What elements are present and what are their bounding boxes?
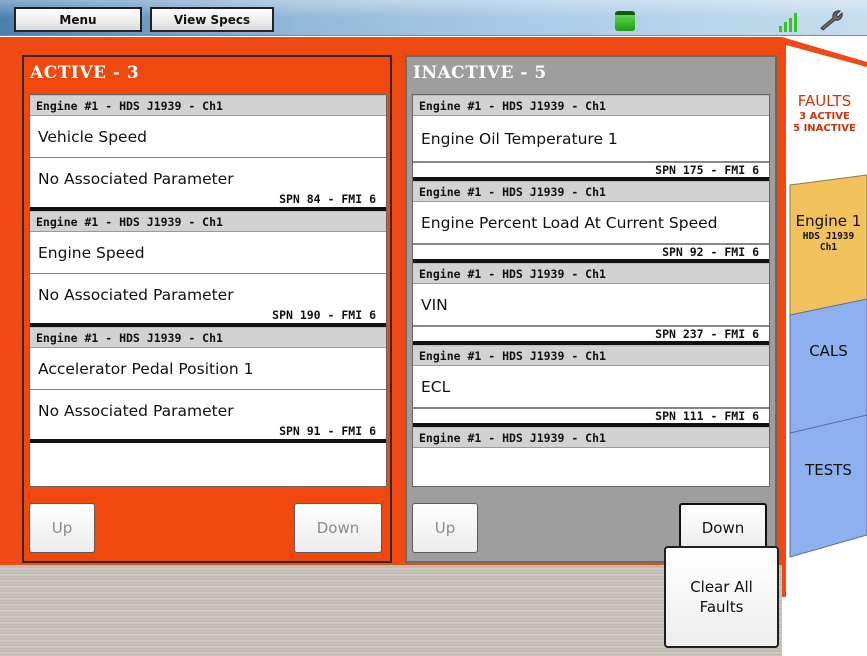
list-item[interactable]: Engine #1 - HDS J1939 - Ch1: [413, 427, 769, 448]
fault-name: VIN: [413, 284, 769, 326]
tab-tests-title: TESTS: [805, 461, 852, 479]
fault-parameter: No Associated Parameter: [38, 286, 234, 304]
list-item[interactable]: Engine #1 - HDS J1939 - Ch1 VIN SPN 237 …: [413, 263, 769, 345]
list-item[interactable]: Engine #1 - HDS J1939 - Ch1 Engine Speed…: [30, 211, 386, 327]
inactive-panel-title: INACTIVE - 5: [413, 63, 547, 83]
active-panel-title: ACTIVE - 3: [30, 63, 140, 83]
inactive-faults-list[interactable]: Engine #1 - HDS J1939 - Ch1 Engine Oil T…: [412, 94, 770, 487]
list-item[interactable]: Engine #1 - HDS J1939 - Ch1 ECL SPN 111 …: [413, 345, 769, 427]
tab-engine[interactable]: Engine 1 HDS J1939 Ch1: [790, 212, 867, 292]
active-faults-list[interactable]: Engine #1 - HDS J1939 - Ch1 Vehicle Spee…: [29, 94, 387, 487]
fault-code: SPN 84 - FMI 6: [30, 192, 386, 211]
tab-tests[interactable]: TESTS: [790, 461, 867, 491]
menu-button[interactable]: Menu: [14, 7, 142, 32]
tab-cals-title: CALS: [809, 342, 848, 360]
fault-source: Engine #1 - HDS J1939 - Ch1: [413, 181, 769, 202]
view-specs-button[interactable]: View Specs: [150, 7, 274, 32]
fault-parameter: No Associated Parameter: [38, 170, 234, 188]
active-down-button[interactable]: Down: [294, 503, 382, 553]
fault-name: Accelerator Pedal Position 1: [30, 348, 386, 390]
fault-code: SPN 175 - FMI 6: [413, 162, 769, 181]
fault-source: Engine #1 - HDS J1939 - Ch1: [30, 95, 386, 116]
active-up-button[interactable]: Up: [29, 503, 95, 553]
active-faults-panel: ACTIVE - 3 Engine #1 - HDS J1939 - Ch1 V…: [22, 55, 392, 563]
fault-source: Engine #1 - HDS J1939 - Ch1: [30, 211, 386, 232]
fault-source: Engine #1 - HDS J1939 - Ch1: [413, 345, 769, 366]
fault-source: Engine #1 - HDS J1939 - Ch1: [413, 95, 769, 116]
connection-status-icon: [615, 11, 635, 31]
tab-faults[interactable]: FAULTS 3 ACTIVE 5 INACTIVE: [782, 92, 867, 172]
fault-source: Engine #1 - HDS J1939 - Ch1: [413, 427, 769, 448]
fault-name: Engine Oil Temperature 1: [413, 116, 769, 162]
list-item[interactable]: Engine #1 - HDS J1939 - Ch1 Accelerator …: [30, 327, 386, 443]
fault-code: SPN 237 - FMI 6: [413, 326, 769, 345]
top-toolbar: Menu View Specs: [0, 0, 867, 36]
inactive-up-button[interactable]: Up: [412, 503, 478, 553]
tab-engine-channel: Ch1: [819, 242, 838, 253]
fault-code: SPN 92 - FMI 6: [413, 244, 769, 263]
tab-faults-inactive-count: 5 INACTIVE: [793, 123, 856, 134]
list-item[interactable]: Engine #1 - HDS J1939 - Ch1 Engine Perce…: [413, 181, 769, 263]
list-item[interactable]: Engine #1 - HDS J1939 - Ch1 Vehicle Spee…: [30, 95, 386, 211]
fault-name: Engine Speed: [30, 232, 386, 274]
tab-cals[interactable]: CALS: [790, 342, 867, 372]
fault-code: SPN 91 - FMI 6: [30, 424, 386, 443]
tab-faults-title: FAULTS: [797, 92, 852, 110]
fault-source: Engine #1 - HDS J1939 - Ch1: [30, 327, 386, 348]
tab-engine-protocol: HDS J1939: [802, 231, 855, 242]
fault-code: SPN 190 - FMI 6: [30, 308, 386, 327]
clear-all-faults-button[interactable]: Clear All Faults: [664, 546, 779, 648]
fault-code: SPN 111 - FMI 6: [413, 408, 769, 427]
wrench-icon[interactable]: [818, 8, 844, 32]
list-item[interactable]: Engine #1 - HDS J1939 - Ch1 Engine Oil T…: [413, 95, 769, 181]
tab-engine-title: Engine 1: [795, 212, 862, 230]
signal-strength-icon: [779, 13, 797, 32]
tab-faults-active-count: 3 ACTIVE: [799, 111, 850, 122]
fault-name: Vehicle Speed: [30, 116, 386, 158]
fault-name: ECL: [413, 366, 769, 408]
inactive-faults-panel: INACTIVE - 5 Engine #1 - HDS J1939 - Ch1…: [405, 55, 777, 563]
fault-parameter: No Associated Parameter: [38, 402, 234, 420]
fault-source: Engine #1 - HDS J1939 - Ch1: [413, 263, 769, 284]
section-tabs: FAULTS 3 ACTIVE 5 INACTIVE Engine 1 HDS …: [782, 37, 867, 656]
fault-name: Engine Percent Load At Current Speed: [413, 202, 769, 244]
